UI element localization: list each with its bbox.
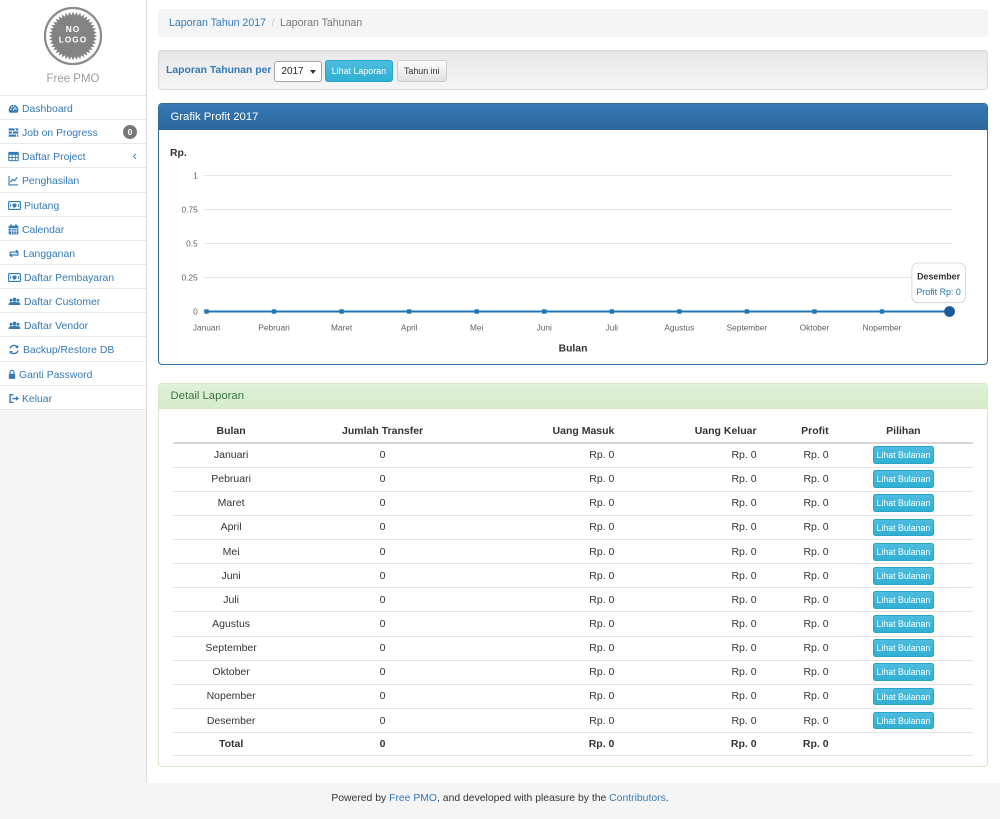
svg-text:September: September [727,323,768,333]
svg-text:Maret: Maret [331,323,353,333]
svg-text:Profit Rp: 0: Profit Rp: 0 [916,287,960,297]
svg-text:Mei: Mei [470,323,484,333]
svg-text:Rp.: Rp. [170,148,187,159]
svg-text:Pebruari: Pebruari [258,323,290,333]
svg-text:0.25: 0.25 [182,273,199,283]
svg-text:NO: NO [66,24,80,34]
svg-text:Desember: Desember [917,272,960,282]
svg-text:LOGO: LOGO [59,35,87,45]
svg-text:1: 1 [193,171,198,181]
svg-text:0.5: 0.5 [186,239,198,249]
svg-text:April: April [401,323,418,333]
svg-text:Januari: Januari [193,323,220,333]
svg-text:Nopember: Nopember [863,323,902,333]
svg-text:Oktober: Oktober [800,323,830,333]
svg-text:Bulan: Bulan [559,344,588,355]
svg-text:0: 0 [193,307,198,317]
svg-text:Juli: Juli [606,323,619,333]
svg-text:0.75: 0.75 [182,205,199,215]
svg-text:Agustus: Agustus [664,323,694,333]
svg-text:Juni: Juni [537,323,552,333]
